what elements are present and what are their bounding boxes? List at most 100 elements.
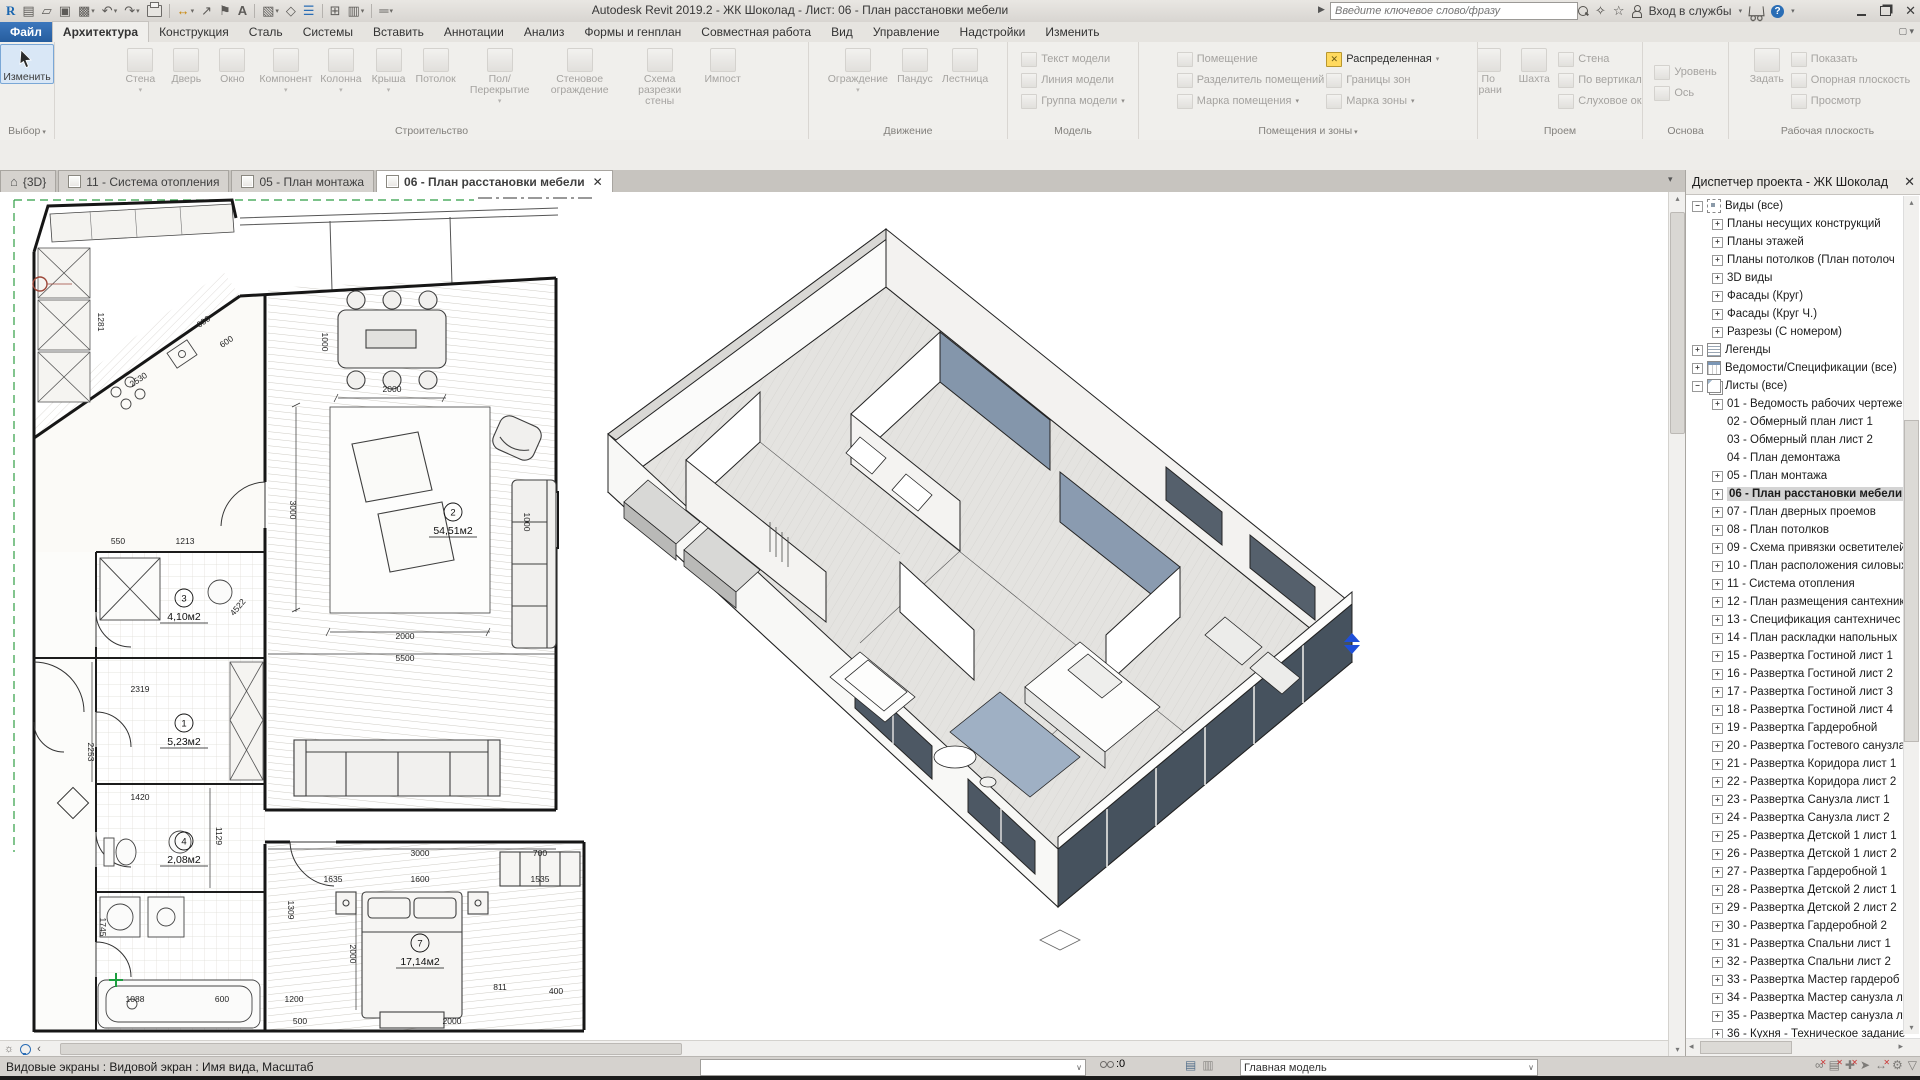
tree-item-планы-потолков-план-потолоч[interactable]: + Планы потолков (План потолоч xyxy=(1686,251,1920,269)
expand-icon[interactable]: + xyxy=(1712,560,1723,572)
expand-icon[interactable]: + xyxy=(1712,848,1723,860)
tree-item-13-спецификация-сантехничес[interactable]: +13 - Спецификация сантехничес xyxy=(1686,611,1920,629)
tree-item-12-план-размещения-сантехники[interactable]: +12 - План размещения сантехники xyxy=(1686,593,1920,611)
collapse-icon[interactable]: − xyxy=(1692,200,1703,212)
measure-icon[interactable]: ↔ ▾ xyxy=(175,2,197,20)
favorites-star-icon[interactable]: ☆ xyxy=(1613,3,1625,19)
ribbon-tab-совместная-работа[interactable]: Совместная работа xyxy=(691,22,821,42)
worksets-dialog-icon[interactable]: ▤ xyxy=(1185,1058,1196,1072)
button-shaft[interactable]: Шахта xyxy=(1512,44,1556,86)
restore-button[interactable] xyxy=(1880,6,1892,16)
undo-icon[interactable]: ↶ ▾ xyxy=(100,2,119,20)
button-ceiling[interactable]: Потолок xyxy=(413,44,459,86)
tree-item-17-развертка-гостиной-лист-3[interactable]: +17 - Развертка Гостиной лист 3 xyxy=(1686,683,1920,701)
tree-item-05-план-монтажа[interactable]: +05 - План монтажа xyxy=(1686,467,1920,485)
save-icon[interactable]: ▣ xyxy=(57,2,73,20)
button-floor[interactable]: Пол/Перекрытие ▾ xyxy=(461,44,539,106)
browser-hscroll[interactable]: ◂ ▸ xyxy=(1686,1038,1920,1056)
expand-icon[interactable]: + xyxy=(1712,218,1723,230)
signin-person-icon[interactable] xyxy=(1631,5,1642,18)
tree-item-24-развертка-санузла-лист-2[interactable]: +24 - Развертка Санузла лист 2 xyxy=(1686,809,1920,827)
tree-item-29-развертка-детской-2-лист-2[interactable]: +29 - Развертка Детской 2 лист 2 xyxy=(1686,899,1920,917)
aligned-dimension-icon[interactable]: ↗ xyxy=(199,2,214,20)
view-tab-06-план-расстановки-мебели[interactable]: 06 - План расстановки мебели ✕ xyxy=(376,170,613,192)
button-stair[interactable]: Лестница xyxy=(939,44,991,86)
tree-item-фасады-круг-[interactable]: + Фасады (Круг) xyxy=(1686,287,1920,305)
reveal-hidden-elements-icon[interactable] xyxy=(20,1043,32,1055)
tree-item-листы-все-[interactable]: − Листы (все) xyxy=(1686,377,1920,395)
project-browser-header[interactable]: Диспетчер проекта - ЖК Шоколад ✕ xyxy=(1686,170,1920,195)
expand-icon[interactable]: + xyxy=(1712,812,1723,824)
search-collapse-icon[interactable]: ▶ xyxy=(1318,4,1325,15)
tag-icon[interactable]: ⚑ xyxy=(217,2,233,20)
expand-icon[interactable]: + xyxy=(1712,956,1723,968)
button-model-text[interactable]: Текст модели xyxy=(1021,49,1125,69)
tree-item-20-развертка-гостевого-санузла[interactable]: +20 - Развертка Гостевого санузла xyxy=(1686,737,1920,755)
editable-worksets-icon[interactable] xyxy=(1100,1060,1114,1068)
signin-label[interactable]: Вход в службы xyxy=(1649,4,1732,18)
select-underlay-toggle[interactable]: ▤ ✕ xyxy=(1829,1057,1843,1073)
browser-vscroll-thumb[interactable] xyxy=(1904,420,1919,742)
ribbon-tab-файл[interactable]: Файл xyxy=(0,22,52,42)
text-icon[interactable]: A xyxy=(236,2,249,20)
tree-item-ведомости-спецификации-все-[interactable]: + Ведомости/Спецификации (все) xyxy=(1686,359,1920,377)
tree-item-01-ведомость-рабочих-чертежей[interactable]: +01 - Ведомость рабочих чертежей xyxy=(1686,395,1920,413)
button-roof[interactable]: Крыша ▾ xyxy=(367,44,411,95)
tree-item-14-план-раскладки-напольных[interactable]: +14 - План раскладки напольных xyxy=(1686,629,1920,647)
ribbon-tab-вид[interactable]: Вид xyxy=(821,22,863,42)
expand-icon[interactable]: + xyxy=(1712,668,1723,680)
tree-item-30-развертка-гардеробной-2[interactable]: +30 - Развертка Гардеробной 2 xyxy=(1686,917,1920,935)
worksharing-display-icon[interactable]: ☼ xyxy=(4,1043,14,1055)
tree-item-разрезы-с-номером-[interactable]: + Разрезы (С номером) xyxy=(1686,323,1920,341)
expand-icon[interactable]: + xyxy=(1712,920,1723,932)
expand-icon[interactable]: + xyxy=(1712,992,1723,1004)
tree-item-планы-этажей[interactable]: + Планы этажей xyxy=(1686,233,1920,251)
expand-icon[interactable]: + xyxy=(1712,578,1723,590)
button-door[interactable]: Дверь xyxy=(164,44,208,86)
tree-item-18-развертка-гостиной-лист-4[interactable]: +18 - Развертка Гостиной лист 4 xyxy=(1686,701,1920,719)
tree-item-35-развертка-мастер-санузла-л[interactable]: +35 - Развертка Мастер санузла л xyxy=(1686,1007,1920,1025)
design-options-select[interactable]: ∨ xyxy=(700,1059,1086,1076)
ribbon-tab-анализ[interactable]: Анализ xyxy=(514,22,575,42)
view-tab-overflow-icon[interactable]: ▾ xyxy=(1668,174,1673,185)
ribbon-tab-системы[interactable]: Системы xyxy=(293,22,363,42)
button-reference-plane[interactable]: Опорная плоскость xyxy=(1790,70,1910,90)
button-mullion[interactable]: Импост xyxy=(701,44,745,86)
expand-icon[interactable]: + xyxy=(1712,686,1723,698)
canvas-vscroll-thumb[interactable] xyxy=(1670,212,1685,434)
tree-item-виды-все-[interactable]: − Виды (все) xyxy=(1686,197,1920,215)
expand-icon[interactable]: + xyxy=(1712,398,1723,410)
expand-icon[interactable]: + xyxy=(1712,272,1723,284)
close-view-icon[interactable]: ✕ xyxy=(593,175,603,189)
button-window[interactable]: Окно xyxy=(210,44,254,86)
filter-icon[interactable]: ▽ xyxy=(1908,1057,1917,1073)
expand-icon[interactable]: + xyxy=(1712,794,1723,806)
open-icon[interactable]: ▱ xyxy=(40,2,54,20)
ribbon-tab-надстройки[interactable]: Надстройки xyxy=(950,22,1036,42)
expand-icon[interactable]: + xyxy=(1712,542,1723,554)
ribbon-tab-управление[interactable]: Управление xyxy=(863,22,950,42)
print-icon[interactable] xyxy=(145,2,164,20)
button-set-workplane[interactable]: Задать xyxy=(1745,44,1789,86)
button-room-tag[interactable]: Марка помещения ▾ xyxy=(1176,91,1325,111)
button-level[interactable]: Уровень xyxy=(1654,62,1717,82)
expand-icon[interactable]: + xyxy=(1712,776,1723,788)
button-curtain-grid[interactable]: Схема разрезки стены xyxy=(621,44,699,108)
tree-item-32-развертка-спальни-лист-2[interactable]: +32 - Развертка Спальни лист 2 xyxy=(1686,953,1920,971)
tree-item-23-развертка-санузла-лист-1[interactable]: +23 - Развертка Санузла лист 1 xyxy=(1686,791,1920,809)
button-wall[interactable]: Стена ▾ xyxy=(118,44,162,95)
tree-item-08-план-потолков[interactable]: +08 - План потолков xyxy=(1686,521,1920,539)
minimize-button[interactable] xyxy=(1857,6,1867,16)
view-tab-11-система-отопления[interactable]: 11 - Система отопления xyxy=(58,170,230,192)
button-ramp[interactable]: Пандус xyxy=(893,44,937,86)
recent-docs-icon[interactable]: ▤ xyxy=(20,2,36,20)
section-icon[interactable]: ◇ xyxy=(284,2,298,20)
search-icon[interactable] xyxy=(1578,6,1588,16)
tree-item-22-развертка-коридора-лист-2[interactable]: +22 - Развертка Коридора лист 2 xyxy=(1686,773,1920,791)
button-area-boundary[interactable]: Границы зон xyxy=(1326,70,1439,90)
browser-scroll-right-icon[interactable]: ▸ xyxy=(1898,1041,1903,1052)
expand-icon[interactable]: + xyxy=(1692,362,1703,374)
expand-icon[interactable]: + xyxy=(1712,650,1723,662)
panel-label[interactable]: Выбор ▾ xyxy=(0,125,54,139)
panel-label[interactable]: Помещения и зоны ▾ xyxy=(1139,125,1477,139)
